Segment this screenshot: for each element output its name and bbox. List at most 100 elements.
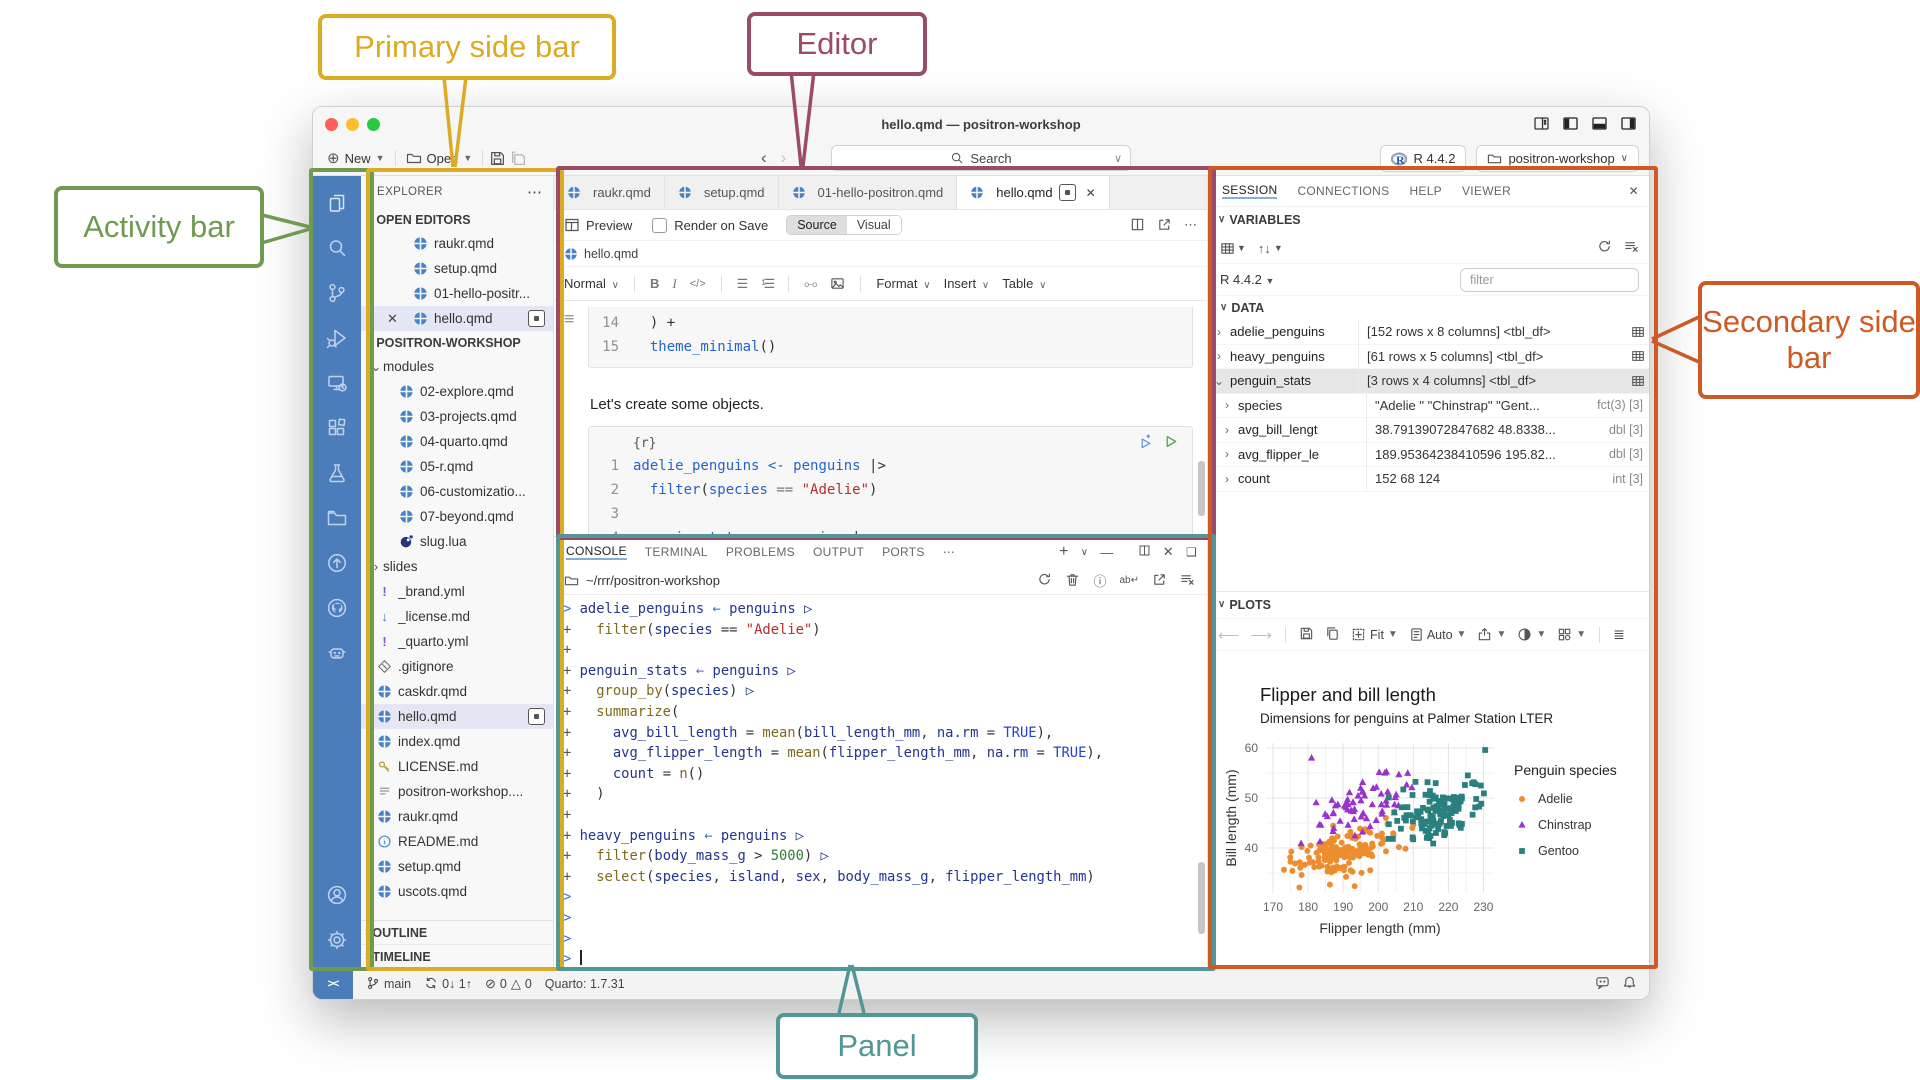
git-branch-item[interactable]: main xyxy=(366,976,411,993)
console-scrollbar[interactable] xyxy=(1198,862,1205,934)
open-editors-header[interactable]: ∨OPEN EDITORS xyxy=(361,208,553,231)
panel-tab-problems[interactable]: PROBLEMS xyxy=(726,545,795,559)
settings-gear-icon[interactable] xyxy=(313,917,361,962)
open-external-icon[interactable] xyxy=(1157,217,1172,232)
copilot-icon[interactable] xyxy=(313,630,361,675)
file-row[interactable]: .gitignore xyxy=(361,654,553,679)
source-control-icon[interactable] xyxy=(313,270,361,315)
editor-tab[interactable]: setup.qmd xyxy=(665,176,779,209)
file-row[interactable]: 02-explore.qmd xyxy=(361,379,553,404)
explorer-more-icon[interactable]: ⋯ xyxy=(527,183,543,201)
panel-more-icon[interactable]: ⋯ xyxy=(943,545,955,559)
chevron-right-icon[interactable]: › xyxy=(1208,447,1238,461)
link-icon[interactable]: ⧟ xyxy=(804,276,817,292)
variable-row[interactable]: › count 152 68 124 int [3] xyxy=(1208,467,1650,492)
panel-tab-output[interactable]: OUTPUT xyxy=(813,545,864,559)
editor-more-icon[interactable]: ⋯ xyxy=(1184,217,1197,233)
chevron-right-icon[interactable]: › xyxy=(1208,472,1238,486)
file-row[interactable]: 03-projects.qmd xyxy=(361,404,553,429)
source-visual-toggle[interactable]: Source Visual xyxy=(786,215,901,235)
file-row[interactable]: ⌄modules xyxy=(361,354,553,379)
variable-row[interactable]: › avg_bill_lengt 38.79139072847682 48.83… xyxy=(1208,418,1650,443)
preview-button[interactable]: Preview xyxy=(562,217,634,233)
timeline-header[interactable]: ›TIMELINE xyxy=(361,945,553,968)
file-row[interactable]: setup.qmd xyxy=(361,854,553,879)
render-on-save-checkbox[interactable]: Render on Save xyxy=(644,218,776,233)
file-row[interactable]: ↓_license.md xyxy=(361,604,553,629)
remote-indicator[interactable]: >< xyxy=(313,969,353,999)
minimize-panel-icon[interactable]: — xyxy=(1100,545,1113,560)
paragraph-style-select[interactable]: Normal ∨ xyxy=(564,276,619,291)
split-editor-icon[interactable] xyxy=(1130,217,1145,232)
variables-filter-input[interactable]: filter xyxy=(1460,268,1639,292)
open-data-viewer-icon[interactable] xyxy=(1625,325,1650,339)
close-icon[interactable]: ✕ xyxy=(387,311,398,327)
toggle-right-panel-icon[interactable] xyxy=(1620,115,1637,132)
editor-tab[interactable]: raukr.qmd xyxy=(554,176,665,209)
file-row[interactable]: !_quarto.yml xyxy=(361,629,553,654)
file-row[interactable]: raukr.qmd xyxy=(361,804,553,829)
data-section-header[interactable]: ∨DATA xyxy=(1208,296,1650,320)
close-secondary-icon[interactable]: ✕ xyxy=(1629,184,1639,198)
search-view-icon[interactable] xyxy=(313,225,361,270)
code-button[interactable]: </> xyxy=(690,278,706,290)
problems-item[interactable]: ⊘0 △0 xyxy=(485,976,532,992)
outline-header[interactable]: ›OUTLINE xyxy=(361,921,553,945)
copy-plot-icon[interactable] xyxy=(1325,626,1340,644)
open-editor-item[interactable]: setup.qmd xyxy=(361,256,553,281)
file-row[interactable]: 05-r.qmd xyxy=(361,454,553,479)
bullet-list-icon[interactable]: ☰ xyxy=(737,276,749,292)
panel-tab-terminal[interactable]: TERMINAL xyxy=(645,545,708,559)
plot-list-icon[interactable]: ≣ xyxy=(1613,626,1625,643)
toggle-left-panel-icon[interactable] xyxy=(1562,115,1579,132)
restart-icon[interactable] xyxy=(1037,572,1052,590)
bold-button[interactable]: B xyxy=(650,276,659,291)
toggle-bottom-panel-icon[interactable] xyxy=(1591,115,1608,132)
file-row[interactable]: 04-quarto.qmd xyxy=(361,429,553,454)
code-cell[interactable]: color = "Penguin species", shape = "Peng… xyxy=(588,307,1193,368)
editor-scrollbar[interactable] xyxy=(1198,461,1205,516)
run-above-icon[interactable] xyxy=(1138,434,1153,453)
file-row[interactable]: 06-customizatio... xyxy=(361,479,553,504)
table-menu[interactable]: Table ∨ xyxy=(1002,276,1046,291)
numbered-list-icon[interactable]: ¹☰ xyxy=(761,276,773,292)
editor-tab[interactable]: 01-hello-positron.qmd xyxy=(779,176,958,209)
explorer-icon[interactable] xyxy=(313,180,361,225)
panel-tab-console[interactable]: CONSOLE xyxy=(566,544,627,560)
secondary-tab-connections[interactable]: CONNECTIONS xyxy=(1297,184,1389,198)
remote-explorer-icon[interactable] xyxy=(313,360,361,405)
console-output[interactable]: > adelie_penguins ← penguins ▷ + filter(… xyxy=(554,595,1207,968)
chevron-right-icon[interactable]: › xyxy=(1208,398,1238,412)
back-button[interactable]: ‹ xyxy=(761,148,767,168)
split-panel-icon[interactable] xyxy=(1138,544,1151,560)
open-button[interactable]: Open▼ xyxy=(398,150,481,166)
variable-row[interactable]: › adelie_penguins [152 rows x 8 columns]… xyxy=(1208,320,1650,345)
forward-button[interactable]: › xyxy=(781,148,787,168)
workspaces-icon[interactable] xyxy=(313,495,361,540)
customize-layout-icon[interactable] xyxy=(1533,115,1550,132)
file-row[interactable]: hello.qmd xyxy=(361,704,553,729)
group-by-select[interactable]: ▼ xyxy=(1220,241,1246,255)
editor-tab[interactable]: hello.qmd ✕ xyxy=(957,176,1109,209)
prose-text[interactable]: Let's create some objects. xyxy=(590,396,1193,413)
secondary-tab-session[interactable]: SESSION xyxy=(1222,183,1277,199)
save-all-icon[interactable] xyxy=(510,150,527,167)
word-wrap-icon[interactable]: ab↵ xyxy=(1119,575,1139,586)
chevron-right-icon[interactable]: › xyxy=(1208,423,1238,437)
add-console-icon[interactable]: + xyxy=(1059,543,1069,561)
trash-icon[interactable] xyxy=(1065,572,1080,590)
file-row[interactable]: README.md xyxy=(361,829,553,854)
code-cell[interactable]: {r} 1adelie_penguins <- penguins |>2 fil… xyxy=(588,426,1193,536)
plot-forward-icon[interactable]: ⟶ xyxy=(1251,626,1273,644)
variables-header[interactable]: ∨VARIABLES xyxy=(1208,207,1650,233)
file-row[interactable]: index.qmd xyxy=(361,729,553,754)
run-cell-icon[interactable] xyxy=(1163,434,1178,453)
quarto-version-item[interactable]: Quarto: 1.7.31 xyxy=(545,977,625,991)
plot-back-icon[interactable]: ⟵ xyxy=(1218,626,1240,644)
search-input[interactable]: Search ∨ xyxy=(831,145,1131,171)
editor-content[interactable]: ≡ color = "Penguin species", shape = "Pe… xyxy=(554,301,1207,536)
close-tab-icon[interactable]: ✕ xyxy=(1086,186,1096,200)
layout-select[interactable]: ▼ xyxy=(1557,627,1586,642)
file-row[interactable]: 07-beyond.qmd xyxy=(361,504,553,529)
info-icon[interactable]: ⓘ xyxy=(1093,571,1106,590)
